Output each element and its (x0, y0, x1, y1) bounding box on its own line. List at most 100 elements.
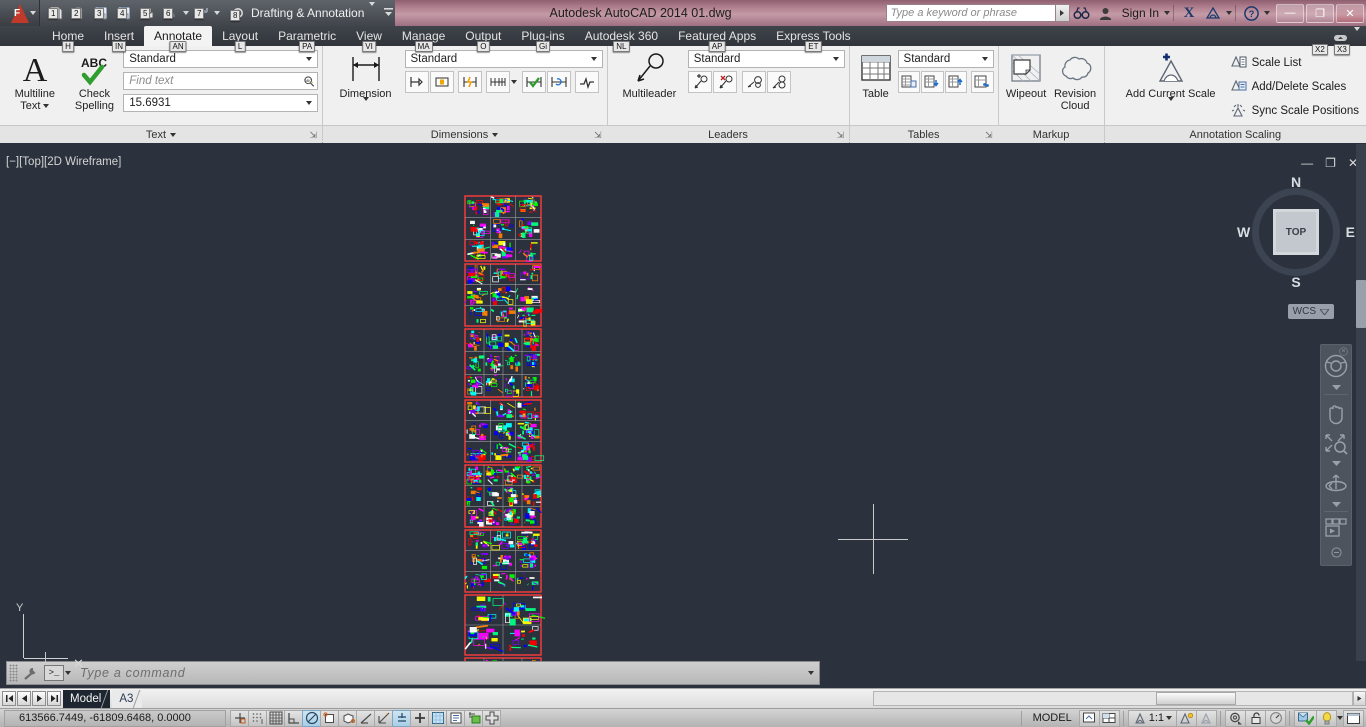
ribbon-options-dropdown-icon[interactable] (1354, 27, 1360, 45)
dim-break-dropdown-icon[interactable] (511, 71, 518, 93)
multileader-style-combo[interactable]: Standard (687, 50, 846, 68)
a360-dropdown-icon[interactable] (1225, 2, 1232, 24)
panel-title-dimensions[interactable]: Dimensions ⇲ (322, 125, 607, 143)
minimize-button[interactable]: — (1276, 3, 1304, 23)
hardware-acceleration-button[interactable] (1316, 709, 1337, 727)
chevron-down-icon[interactable] (1167, 97, 1174, 115)
chevron-down-icon[interactable] (303, 57, 315, 61)
chevron-down-icon[interactable] (303, 101, 315, 105)
tab-parametric[interactable]: Parametric PA (268, 26, 346, 52)
sync-scale-positions-button[interactable]: Sync Scale Positions (1227, 100, 1362, 121)
tab-insert[interactable]: Insert IN (94, 26, 144, 52)
scrollbar-thumb[interactable] (1156, 692, 1236, 705)
open-icon[interactable]: 2 (67, 2, 89, 24)
next-layout-button[interactable] (32, 691, 46, 706)
tab-autodesk-360[interactable]: Autodesk 360 NL (575, 26, 668, 52)
status-bar-menu-icon[interactable] (1336, 707, 1343, 727)
tab-annotate[interactable]: Annotate AN (144, 26, 213, 52)
align-leaders-button[interactable] (741, 71, 766, 93)
panel-title-markup[interactable]: Markup (998, 125, 1105, 143)
table-style-combo[interactable]: Standard (897, 50, 994, 68)
clean-screen-button[interactable] (1343, 709, 1364, 727)
maximize-button[interactable]: ❐ (1306, 3, 1334, 23)
application-menu-button[interactable]: F (0, 0, 40, 26)
dim-update-button[interactable] (457, 71, 482, 93)
check-spelling-button[interactable]: ABC Check Spelling (66, 48, 124, 112)
panel-title-text[interactable]: Text ⇲ (0, 125, 322, 143)
find-text-search-icon[interactable]: ABC (303, 74, 315, 89)
sign-in-button[interactable]: Sign In (1118, 6, 1163, 20)
dim-continue-button[interactable] (429, 71, 454, 93)
toggle-selection-cycling[interactable] (482, 709, 501, 727)
panel-title-tables[interactable]: Tables ⇲ (849, 125, 998, 143)
help-icon[interactable]: ? (1239, 0, 1263, 26)
dimension-button[interactable]: Dimension (327, 48, 405, 115)
dimensions-dialog-launcher[interactable]: ⇲ (594, 130, 602, 141)
tab-view[interactable]: View VI (346, 26, 392, 52)
performance-tuner-button[interactable] (1265, 709, 1286, 727)
panel-title-annotation-scaling[interactable]: Annotation Scaling (1104, 125, 1366, 143)
chevron-down-icon[interactable] (492, 132, 499, 137)
help-dropdown-icon[interactable] (1263, 2, 1270, 24)
link-data-button[interactable] (921, 71, 944, 93)
redo-dropdown-icon[interactable] (213, 2, 220, 24)
toggle-snap-mode[interactable] (248, 709, 267, 727)
binoculars-icon[interactable] (1070, 0, 1094, 26)
extract-data-button[interactable] (897, 71, 921, 93)
dim-inspect-button[interactable] (521, 71, 546, 93)
command-line[interactable]: ✕ >_ Type a command (6, 652, 820, 685)
viewcube-east[interactable]: E (1346, 224, 1355, 240)
chevron-down-icon[interactable] (1320, 308, 1329, 315)
leaders-dialog-launcher[interactable]: ⇲ (836, 130, 844, 141)
annotation-scale-selector[interactable]: 1:1 (1127, 709, 1177, 727)
find-text-input[interactable]: Find text ABC (123, 72, 319, 90)
zoom-icon[interactable] (1321, 429, 1351, 459)
chevron-down-icon[interactable] (369, 2, 376, 20)
command-history-dropdown-icon[interactable] (64, 662, 71, 684)
search-submit-button[interactable] (1055, 4, 1070, 22)
toggle-object-snap[interactable] (320, 709, 339, 727)
toolbar-lock-button[interactable] (1245, 709, 1266, 727)
layout-tab-a3[interactable]: A3 (112, 689, 150, 708)
command-line-options-icon[interactable] (803, 671, 819, 675)
panel-title-leaders[interactable]: Leaders ⇲ (607, 125, 850, 143)
dim-break-button[interactable] (485, 71, 510, 93)
wipeout-button[interactable]: Wipeout (1002, 48, 1050, 100)
toggle-allow-ucs[interactable] (374, 709, 393, 727)
toggle-quick-properties[interactable] (464, 709, 483, 727)
toggle-show-lineweight[interactable] (428, 709, 447, 727)
isolate-objects-button[interactable] (1294, 709, 1317, 727)
toggle-dynamic-ucs[interactable] (392, 709, 411, 727)
zoom-dropdown-icon[interactable] (1331, 459, 1341, 468)
layout-horizontal-scrollbar[interactable] (873, 691, 1353, 706)
dim-jog-line-button[interactable] (546, 71, 571, 93)
remove-leader-button[interactable] (712, 71, 737, 93)
scroll-right-button[interactable] (1353, 691, 1366, 706)
revision-cloud-button[interactable]: Revision Cloud (1050, 48, 1100, 112)
qat-overflow-button[interactable] (381, 0, 396, 26)
viewport-vertical-scrollbar[interactable] (1356, 144, 1366, 661)
save-icon[interactable]: 3 (90, 2, 112, 24)
viewport-maximize-toggle[interactable] (1078, 709, 1100, 727)
viewcube-south[interactable]: S (1291, 274, 1300, 290)
tab-featured-apps[interactable]: Featured Apps AP (668, 26, 766, 52)
multiline-text-button[interactable]: A Multiline Text (4, 48, 66, 112)
add-current-scale-button[interactable]: Add Current Scale (1115, 48, 1227, 115)
command-prompt-icon[interactable]: >_ (44, 665, 64, 681)
plot-icon[interactable]: 5 (136, 2, 158, 24)
orbit-dropdown-icon[interactable] (1331, 500, 1341, 509)
navbar-close-icon[interactable]: × (1339, 347, 1348, 356)
text-dialog-launcher[interactable]: ⇲ (309, 130, 317, 141)
chevron-down-icon[interactable] (830, 57, 842, 61)
toggle-ortho-mode[interactable] (284, 709, 303, 727)
previous-layout-button[interactable] (17, 691, 31, 706)
tab-layout[interactable]: Layout L (212, 26, 268, 52)
tab-plug-ins[interactable]: Plug-ins Gi (511, 26, 574, 52)
chevron-down-icon[interactable] (979, 57, 991, 61)
autodesk-exchange-icon[interactable]: X (1177, 0, 1201, 26)
navbar-customize-icon[interactable] (1330, 547, 1342, 558)
first-layout-button[interactable] (2, 691, 16, 706)
coordinates-display[interactable]: 613566.7449, -61809.6468, 0.0000 (4, 709, 226, 727)
orbit-icon[interactable] (1321, 468, 1351, 500)
toggle-grid-display[interactable] (266, 709, 285, 727)
